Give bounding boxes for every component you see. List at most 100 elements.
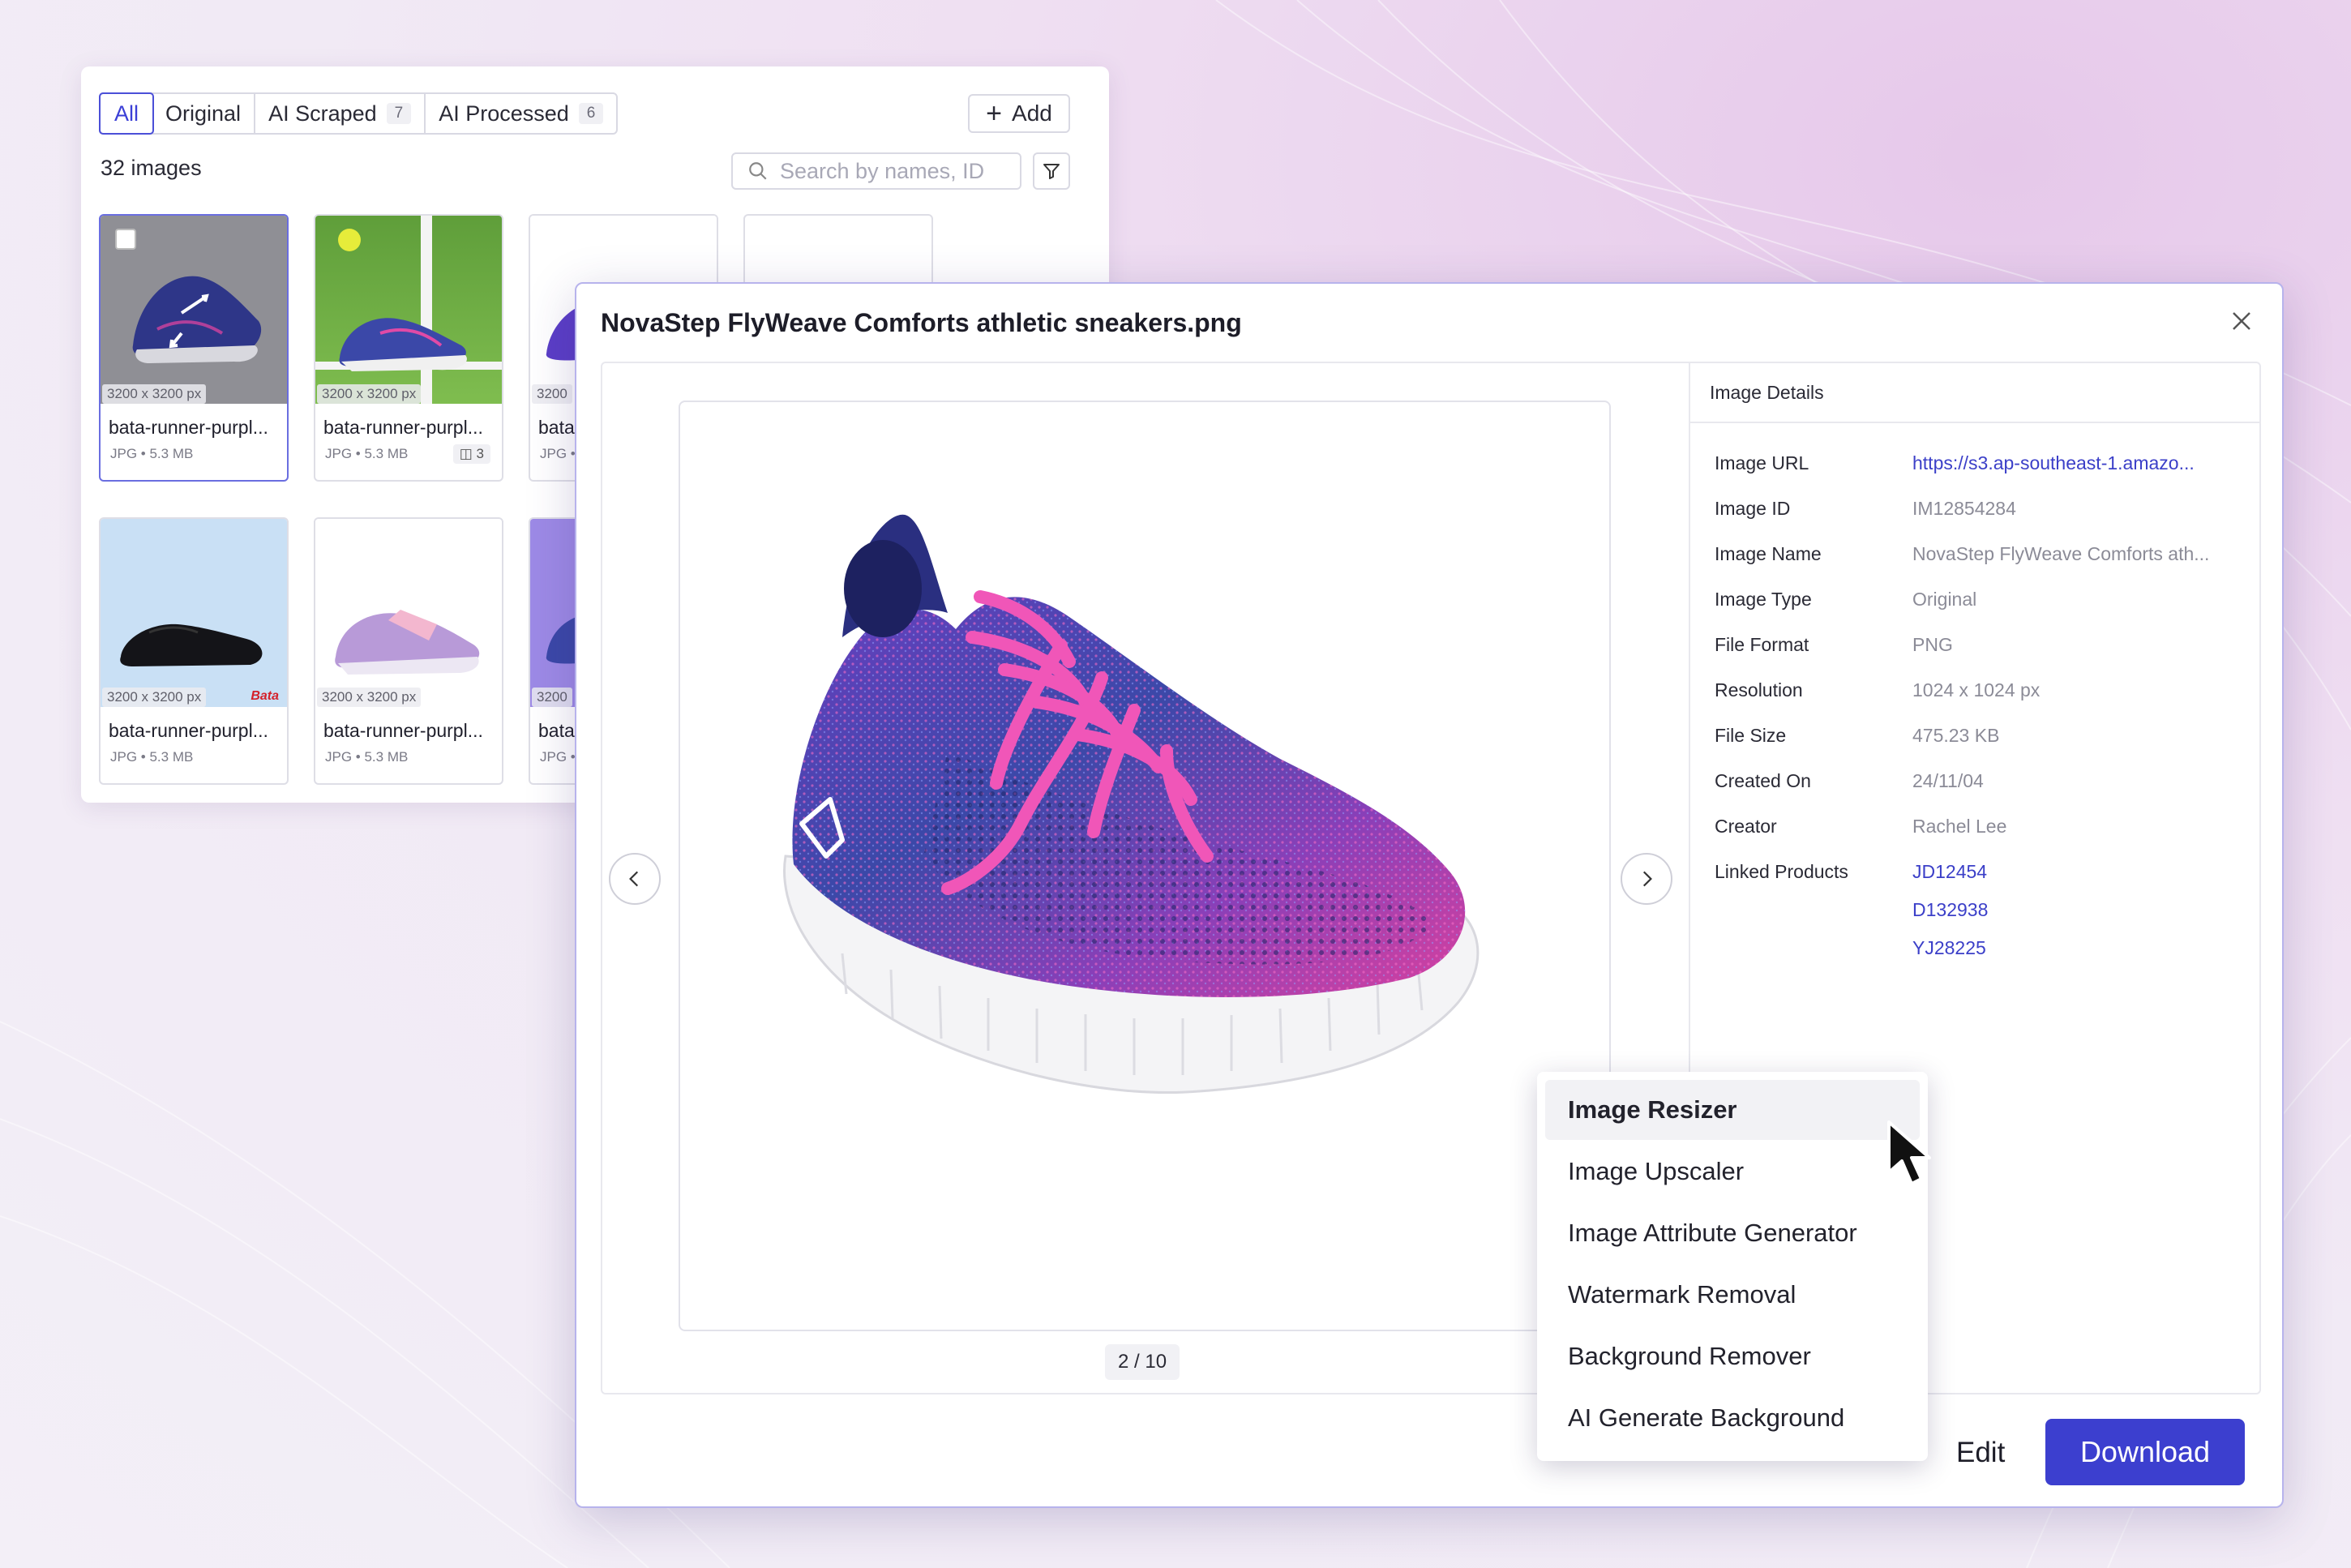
detail-row-file-size: File Size 475.23 KB	[1715, 725, 1999, 747]
shoe-on-grass-image	[315, 216, 502, 404]
image-viewer	[679, 401, 1611, 1331]
tab-count-badge: 7	[386, 103, 412, 124]
detail-label: Created On	[1715, 770, 1811, 791]
add-label: Add	[1012, 101, 1052, 126]
detail-label: Image Name	[1715, 543, 1822, 564]
detail-row-creator: Creator Rachel Lee	[1715, 816, 2006, 838]
search-input[interactable]	[780, 158, 999, 184]
menu-item-ai-generate-background[interactable]: AI Generate Background	[1545, 1388, 1920, 1448]
menu-item-image-attribute-generator[interactable]: Image Attribute Generator	[1545, 1203, 1920, 1263]
detail-value: NovaStep FlyWeave Comforts ath...	[1912, 543, 2210, 564]
plus-icon: +	[986, 98, 1003, 129]
select-checkbox[interactable]	[115, 229, 136, 250]
black-shoe-image	[120, 623, 263, 666]
detail-value: PNG	[1912, 634, 1953, 655]
add-button[interactable]: + Add	[968, 94, 1070, 133]
linked-product-link[interactable]: D132938	[1912, 899, 1988, 921]
image-url-link[interactable]: https://s3.ap-southeast-1.amazo...	[1912, 452, 2195, 474]
search-icon	[749, 162, 767, 180]
detail-value: 1024 x 1024 px	[1912, 679, 2041, 700]
edit-button[interactable]: Edit	[1956, 1437, 2005, 1469]
download-button[interactable]: Download	[2045, 1419, 2245, 1485]
edit-tools-menu: Image Resizer Image Upscaler Image Attri…	[1537, 1072, 1928, 1461]
linked-products-list: JD12454 D132938 YJ28225	[1912, 861, 1988, 959]
menu-item-watermark-removal[interactable]: Watermark Removal	[1545, 1265, 1920, 1325]
tab-label: All	[114, 101, 139, 126]
thumbnail	[315, 519, 502, 707]
lavender-shoe-image	[335, 610, 480, 675]
detail-label: Image URL	[1715, 452, 1809, 473]
variant-count-badge: ◫ 3	[452, 444, 490, 464]
linked-product-link[interactable]: YJ28225	[1912, 937, 1988, 959]
image-name: bata	[538, 720, 575, 741]
menu-item-image-upscaler[interactable]: Image Upscaler	[1545, 1142, 1920, 1202]
page-indicator: 2 / 10	[1105, 1344, 1180, 1380]
image-card[interactable]: 3200 x 3200 px bata-runner-purpl... JPG …	[314, 517, 503, 785]
image-name: bata-runner-purpl...	[323, 417, 483, 438]
filter-button[interactable]	[1033, 152, 1070, 190]
funnel-icon	[1043, 164, 1060, 179]
detail-value: 24/11/04	[1912, 770, 1984, 791]
detail-label: Resolution	[1715, 679, 1803, 700]
chevron-right-icon	[1642, 871, 1652, 887]
dimensions-label: 3200 x 3200 px	[102, 688, 207, 707]
image-card[interactable]: 3200 x 3200 px bata-runner-purpl... JPG …	[314, 214, 503, 482]
thumbnail	[101, 519, 287, 707]
file-meta: JPG • 5.3 MB	[325, 446, 409, 461]
detail-label: Image Type	[1715, 589, 1812, 610]
image-card[interactable]: 3200 x 3200 px bata-runner-purpl... JPG …	[99, 214, 289, 482]
tab-label: AI Scraped	[268, 101, 377, 126]
detail-value: IM12854284	[1912, 498, 2016, 519]
tab-ai-processed[interactable]: AI Processed 6	[426, 94, 616, 133]
variant-count: 3	[476, 446, 484, 461]
detail-label: Linked Products	[1715, 861, 1848, 882]
linked-product-link[interactable]: JD12454	[1912, 861, 1988, 883]
tab-ai-scraped[interactable]: AI Scraped 7	[255, 94, 426, 133]
modal-body: 2 / 10 Image Details Image URL https://s…	[601, 362, 2261, 1394]
detail-row-image-type: Image Type Original	[1715, 589, 1976, 610]
thumbnail	[315, 216, 502, 404]
file-meta: JPG • 5.3 MB	[110, 446, 194, 461]
detail-row-resolution: Resolution 1024 x 1024 px	[1715, 679, 2040, 701]
file-meta: JPG • 5.3 MB	[110, 749, 194, 765]
detail-row-linked-products: Linked Products JD12454 D132938 YJ28225	[1715, 861, 1988, 959]
detail-row-image-name: Image Name NovaStep FlyWeave Comforts at…	[1715, 543, 2209, 565]
menu-item-image-resizer[interactable]: Image Resizer	[1545, 1080, 1920, 1140]
image-preview-modal: NovaStep FlyWeave Comforts athletic snea…	[575, 282, 2284, 1508]
tab-count-badge: 6	[578, 103, 604, 124]
detail-value: Rachel Lee	[1912, 816, 2007, 837]
image-name: bata-runner-purpl...	[109, 417, 268, 438]
file-meta: JPG •	[540, 749, 576, 765]
image-count: 32 images	[101, 156, 202, 180]
close-icon[interactable]	[2224, 303, 2259, 339]
file-meta: JPG •	[540, 446, 576, 461]
tab-original[interactable]: Original	[152, 94, 256, 133]
image-name: bata-runner-purpl...	[109, 720, 268, 741]
detail-label: Creator	[1715, 816, 1777, 837]
details-heading: Image Details	[1690, 363, 2261, 423]
image-name: bata	[538, 417, 575, 438]
next-button[interactable]	[1621, 853, 1672, 905]
dimensions-label: 3200 x 3200 px	[102, 384, 207, 404]
detail-label: Image ID	[1715, 498, 1791, 519]
detail-row-created-on: Created On 24/11/04	[1715, 770, 1984, 792]
menu-item-background-remover[interactable]: Background Remover	[1545, 1326, 1920, 1386]
modal-title: NovaStep FlyWeave Comforts athletic snea…	[601, 308, 1242, 337]
previous-button[interactable]	[609, 853, 661, 905]
search-box	[731, 152, 1021, 190]
dimensions-label: 3200 x 3200 px	[317, 688, 422, 707]
dimensions-label: 3200	[532, 688, 572, 707]
tab-all[interactable]: All	[99, 92, 155, 135]
tab-label: AI Processed	[439, 101, 569, 126]
detail-row-file-format: File Format PNG	[1715, 634, 1953, 656]
dimensions-label: 3200 x 3200 px	[317, 384, 422, 404]
detail-value: 475.23 KB	[1912, 725, 2000, 746]
tab-label: Original	[165, 101, 242, 126]
mouse-pointer-icon	[1887, 1120, 1931, 1185]
detail-value: Original	[1912, 589, 1977, 610]
sneaker-preview-image	[783, 514, 1480, 1095]
image-card[interactable]: 3200 x 3200 px Bata bata-runner-purpl...…	[99, 517, 289, 785]
detail-label: File Format	[1715, 634, 1809, 655]
dimensions-label: 3200	[532, 384, 572, 404]
image-name: bata-runner-purpl...	[323, 720, 483, 741]
